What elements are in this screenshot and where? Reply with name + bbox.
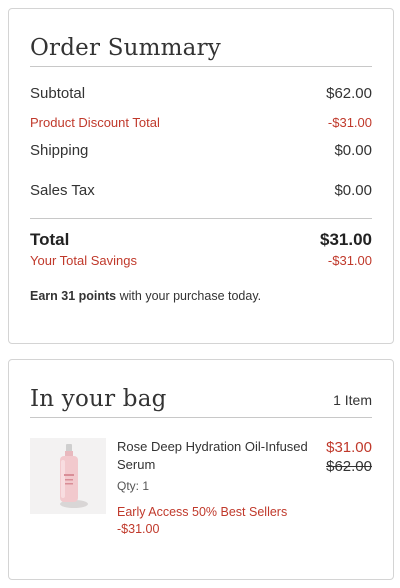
discount-row: Product Discount Total -$31.00 [30, 115, 372, 130]
product-name[interactable]: Rose Deep Hydration Oil-Infused Serum [117, 438, 317, 474]
serum-bottle-icon [30, 438, 106, 514]
bag-title-divider [30, 417, 372, 418]
order-summary-title: Order Summary [30, 35, 221, 61]
points-earned: Earn 31 points [30, 289, 117, 303]
title-divider [30, 66, 372, 67]
subtotal-row: Subtotal $62.00 [30, 85, 372, 102]
savings-row: Your Total Savings -$31.00 [30, 253, 372, 268]
bag-title: In your bag [30, 386, 167, 412]
total-divider [30, 218, 372, 219]
subtotal-label: Subtotal [30, 85, 86, 102]
savings-value: -$31.00 [327, 253, 372, 268]
total-value: $31.00 [320, 230, 372, 249]
promo-amount: -$31.00 [117, 522, 160, 536]
product-original-price: $62.00 [326, 458, 372, 475]
product-quantity: Qty: 1 [117, 479, 150, 493]
discount-value: -$31.00 [327, 115, 372, 130]
shipping-row: Shipping $0.00 [30, 142, 372, 159]
discount-label: Product Discount Total [30, 115, 160, 130]
points-message-rest: with your purchase today. [116, 289, 262, 303]
product-image[interactable] [30, 438, 106, 514]
product-promo: Early Access 50% Best Sellers -$31.00 [117, 504, 327, 538]
product-sale-price: $31.00 [326, 439, 372, 456]
total-row: Total $31.00 [30, 230, 372, 250]
order-summary-card: Order Summary Subtotal $62.00 Product Di… [8, 8, 394, 344]
savings-label: Your Total Savings [30, 253, 137, 268]
bag-item-count: 1 Item [333, 392, 372, 408]
sales-tax-row: Sales Tax $0.00 [30, 182, 372, 199]
loyalty-points-message: Earn 31 points with your purchase today. [30, 289, 261, 303]
shipping-label: Shipping [30, 142, 89, 159]
shipping-value: $0.00 [334, 142, 372, 159]
sales-tax-value: $0.00 [334, 182, 372, 199]
bag-card: In your bag 1 Item Rose Deep Hydration O… [8, 359, 394, 580]
sales-tax-label: Sales Tax [30, 182, 95, 199]
subtotal-value: $62.00 [326, 85, 372, 102]
promo-label: Early Access 50% Best Sellers [117, 505, 288, 519]
total-label: Total [30, 230, 70, 249]
